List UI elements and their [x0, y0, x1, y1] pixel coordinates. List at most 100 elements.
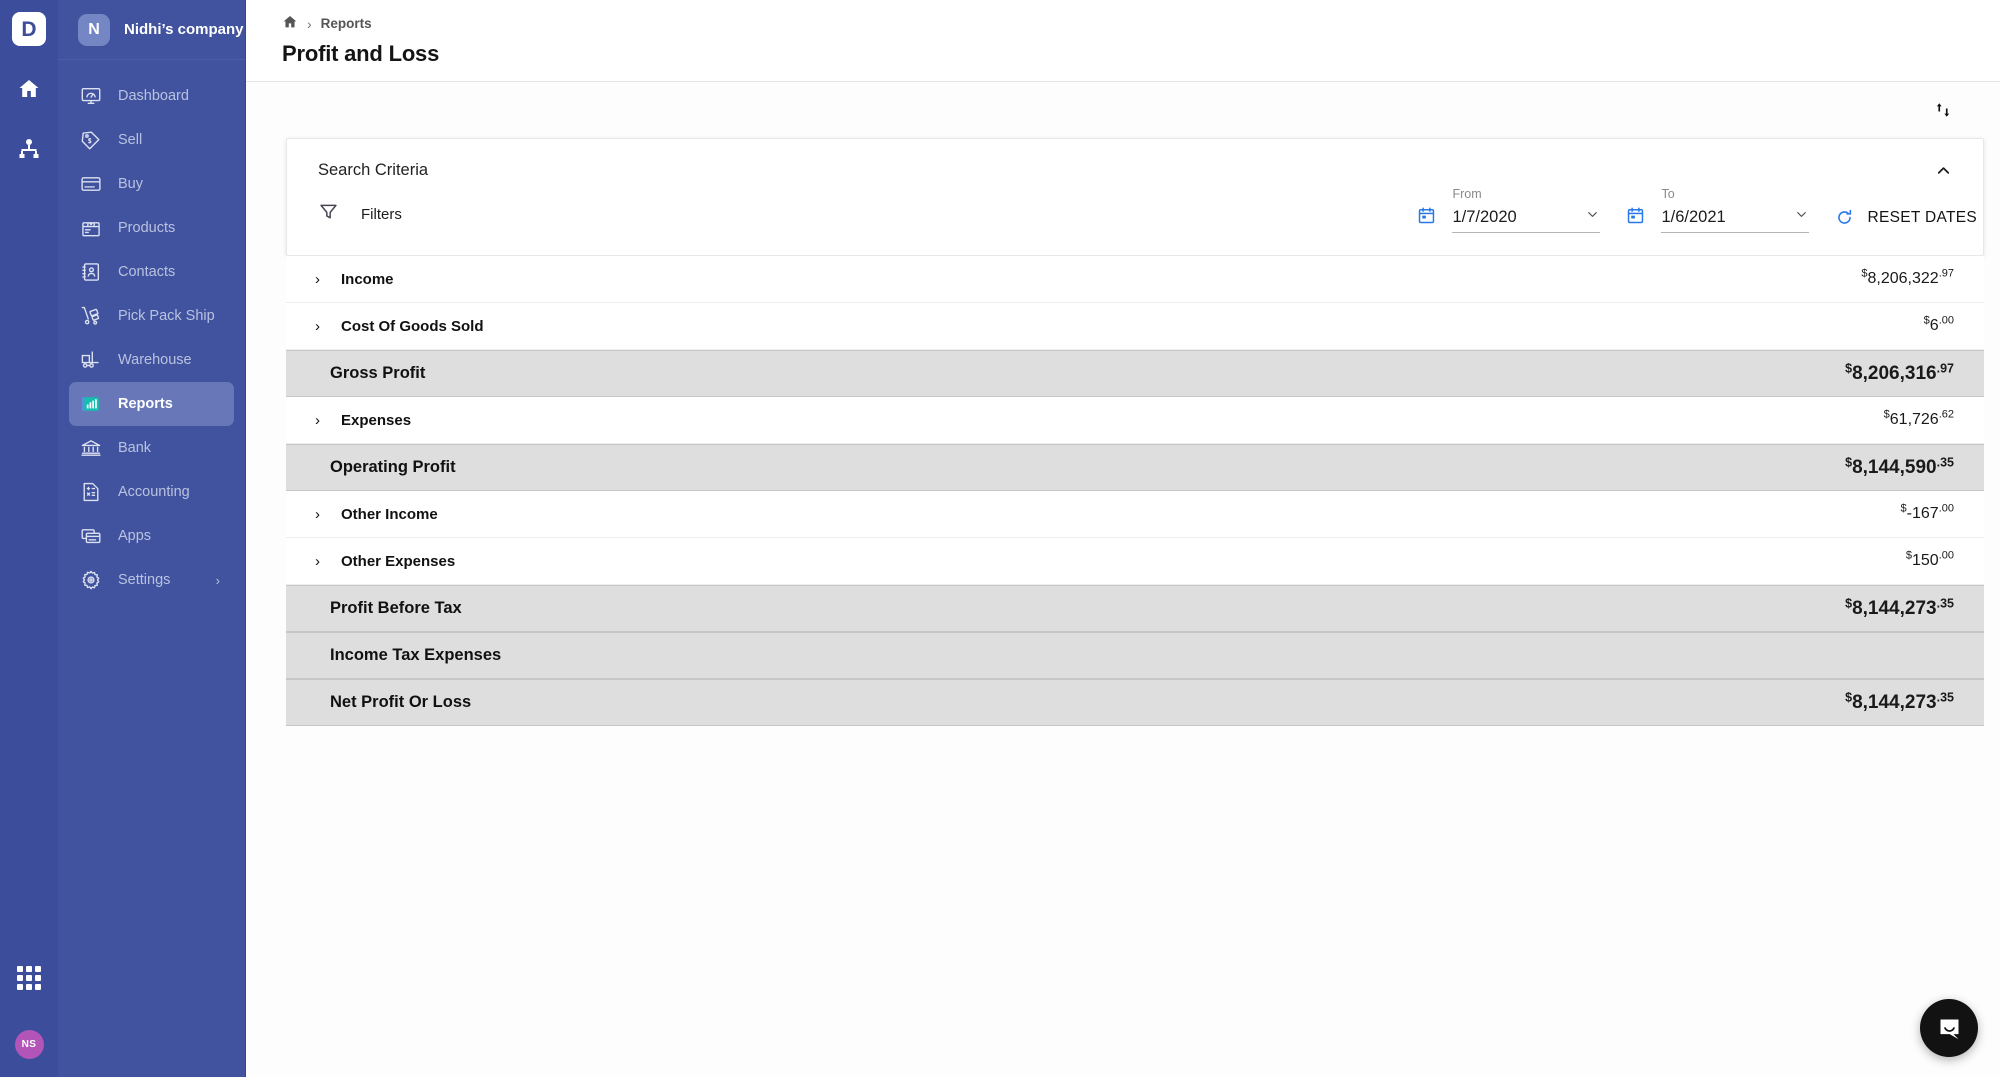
- amount-decimal: .62: [1939, 409, 1954, 421]
- amount-integer: -167: [1907, 505, 1939, 522]
- to-date-field[interactable]: To 1/6/2021: [1626, 206, 1809, 233]
- amount-integer: 6: [1930, 317, 1939, 334]
- bank-icon: [80, 437, 102, 459]
- row-label: Operating Profit: [330, 458, 456, 477]
- sidebar-item-buy[interactable]: Buy: [69, 162, 234, 206]
- search-criteria-card: Search Criteria Filters: [286, 138, 1984, 256]
- app-root: D NS N Nidhi’s compa: [0, 0, 2000, 1077]
- row-label-group: ›Cost Of Goods Sold: [317, 318, 1924, 335]
- amount-decimal: .00: [1939, 503, 1954, 515]
- row-amount: $8,144,273.35: [1845, 692, 1954, 714]
- row-label: Profit Before Tax: [330, 599, 462, 618]
- table-row: Net Profit Or Loss $8,144,273.35: [286, 679, 1984, 726]
- breadcrumb-reports[interactable]: Reports: [321, 16, 372, 31]
- table-row: Gross Profit$8,206,316.97: [286, 350, 1984, 397]
- filters-group[interactable]: Filters: [318, 201, 402, 233]
- table-row[interactable]: ›Other Expenses$150.00: [286, 538, 1984, 585]
- company-switcher[interactable]: N Nidhi’s company: [58, 0, 245, 60]
- amount-integer: 8,144,273: [1852, 598, 1937, 619]
- company-name: Nidhi’s company: [124, 21, 243, 38]
- row-label: Net Profit Or Loss: [330, 693, 471, 712]
- calendar-icon[interactable]: [1626, 206, 1645, 233]
- sidebar-item-products[interactable]: Products: [69, 206, 234, 250]
- from-date-label: From: [1452, 187, 1481, 201]
- home-icon[interactable]: [12, 72, 46, 106]
- home-icon[interactable]: [282, 14, 298, 33]
- row-label: Gross Profit: [330, 364, 425, 383]
- to-date-label: To: [1661, 187, 1674, 201]
- card-icon: [80, 173, 102, 195]
- sidebar-item-label: Contacts: [118, 264, 175, 280]
- chevron-right-icon[interactable]: ›: [216, 573, 220, 588]
- chevron-down-icon[interactable]: [1585, 207, 1600, 227]
- avatar[interactable]: NS: [15, 1030, 44, 1059]
- contacts-icon: [80, 261, 102, 283]
- table-row[interactable]: ›Expenses$61,726.62: [286, 397, 1984, 444]
- dashboard-icon: [80, 85, 102, 107]
- sidebar-item-dashboard[interactable]: Dashboard: [69, 74, 234, 118]
- expand-chevron-icon[interactable]: ›: [315, 506, 341, 523]
- sidebar-item-label: Bank: [118, 440, 151, 456]
- avatar-initials: NS: [22, 1039, 37, 1050]
- row-amount: $8,144,273.35: [1845, 598, 1954, 620]
- row-label: Cost Of Goods Sold: [341, 318, 484, 335]
- table-row[interactable]: ›Other Income $-167.00: [286, 491, 1984, 538]
- calendar-icon[interactable]: [1417, 206, 1436, 233]
- sidebar-item-sell[interactable]: Sell: [69, 118, 234, 162]
- sidebar-item-reports[interactable]: Reports: [69, 382, 234, 426]
- sidebar: N Nidhi’s company DashboardSellBuyProduc…: [58, 0, 246, 1077]
- row-amount: $-167.00: [1901, 505, 1954, 523]
- expand-chevron-icon[interactable]: ›: [315, 318, 341, 335]
- chat-bubble-icon[interactable]: [1920, 999, 1978, 1057]
- sidebar-item-label: Reports: [118, 396, 173, 412]
- sidebar-nav: DashboardSellBuyProducts Contacts Pick Pac…: [58, 60, 245, 602]
- sitemap-icon[interactable]: [12, 132, 46, 166]
- to-date-input[interactable]: To 1/6/2021: [1661, 207, 1809, 233]
- sidebar-item-label: Pick Pack Ship: [118, 308, 215, 324]
- table-row: Profit Before Tax $8,144,273.35: [286, 585, 1984, 632]
- amount-integer: 8,206,322: [1868, 270, 1939, 287]
- sidebar-item-warehouse[interactable]: Warehouse: [69, 338, 234, 382]
- row-label-group: Operating Profit: [317, 458, 1845, 477]
- sidebar-item-contacts[interactable]: Contacts: [69, 250, 234, 294]
- toolbar: [282, 82, 1964, 138]
- amount-decimal: .35: [1937, 596, 1954, 610]
- row-label: Other Income: [341, 506, 438, 523]
- apps-cards-icon: [80, 525, 102, 547]
- row-label-group: Profit Before Tax: [317, 599, 1845, 618]
- funnel-icon: [318, 201, 339, 227]
- sidebar-item-apps[interactable]: Apps: [69, 514, 234, 558]
- row-label: Expenses: [341, 412, 411, 429]
- sort-updown-icon[interactable]: [1930, 97, 1956, 123]
- gear-icon: [80, 569, 102, 591]
- row-label-group: Gross Profit: [317, 364, 1845, 383]
- profit-loss-table: ›Income$8,206,322.97›Cost Of Goods Sold$…: [286, 256, 1984, 726]
- sidebar-item-bank[interactable]: Bank: [69, 426, 234, 470]
- from-date-input[interactable]: From 1/7/2020: [1452, 207, 1600, 233]
- reset-dates-button[interactable]: RESET DATES: [1835, 208, 1977, 233]
- brand-logo-icon[interactable]: D: [12, 12, 46, 46]
- expand-chevron-icon[interactable]: ›: [315, 553, 341, 570]
- row-label-group: Net Profit Or Loss: [317, 693, 1845, 712]
- table-row[interactable]: ›Income$8,206,322.97: [286, 256, 1984, 303]
- table-row: Operating Profit$8,144,590.35: [286, 444, 1984, 491]
- table-row[interactable]: ›Cost Of Goods Sold$6.00: [286, 303, 1984, 350]
- from-date-field[interactable]: From 1/7/2020: [1417, 206, 1600, 233]
- expand-chevron-icon[interactable]: ›: [315, 412, 341, 429]
- chevron-down-icon[interactable]: [1794, 207, 1809, 227]
- amount-integer: 61,726: [1890, 411, 1939, 428]
- sidebar-item-accounting[interactable]: Accounting: [69, 470, 234, 514]
- breadcrumb: › Reports: [282, 14, 2000, 33]
- from-date-value: 1/7/2020: [1452, 208, 1516, 227]
- expand-chevron-icon[interactable]: ›: [315, 271, 341, 288]
- row-label-group: ›Other Expenses: [317, 553, 1906, 570]
- search-criteria-header[interactable]: Search Criteria: [287, 139, 1983, 201]
- row-label-group: ›Income: [317, 271, 1861, 288]
- chevron-up-icon[interactable]: [1934, 161, 1953, 180]
- sidebar-item-pick-pack-ship[interactable]: Pick Pack Ship: [69, 294, 234, 338]
- row-label: Income: [341, 271, 394, 288]
- sidebar-item-settings[interactable]: Settings›: [69, 558, 234, 602]
- sidebar-item-label: Apps: [118, 528, 151, 544]
- filters-label: Filters: [361, 206, 402, 223]
- apps-grid-icon[interactable]: [17, 966, 41, 990]
